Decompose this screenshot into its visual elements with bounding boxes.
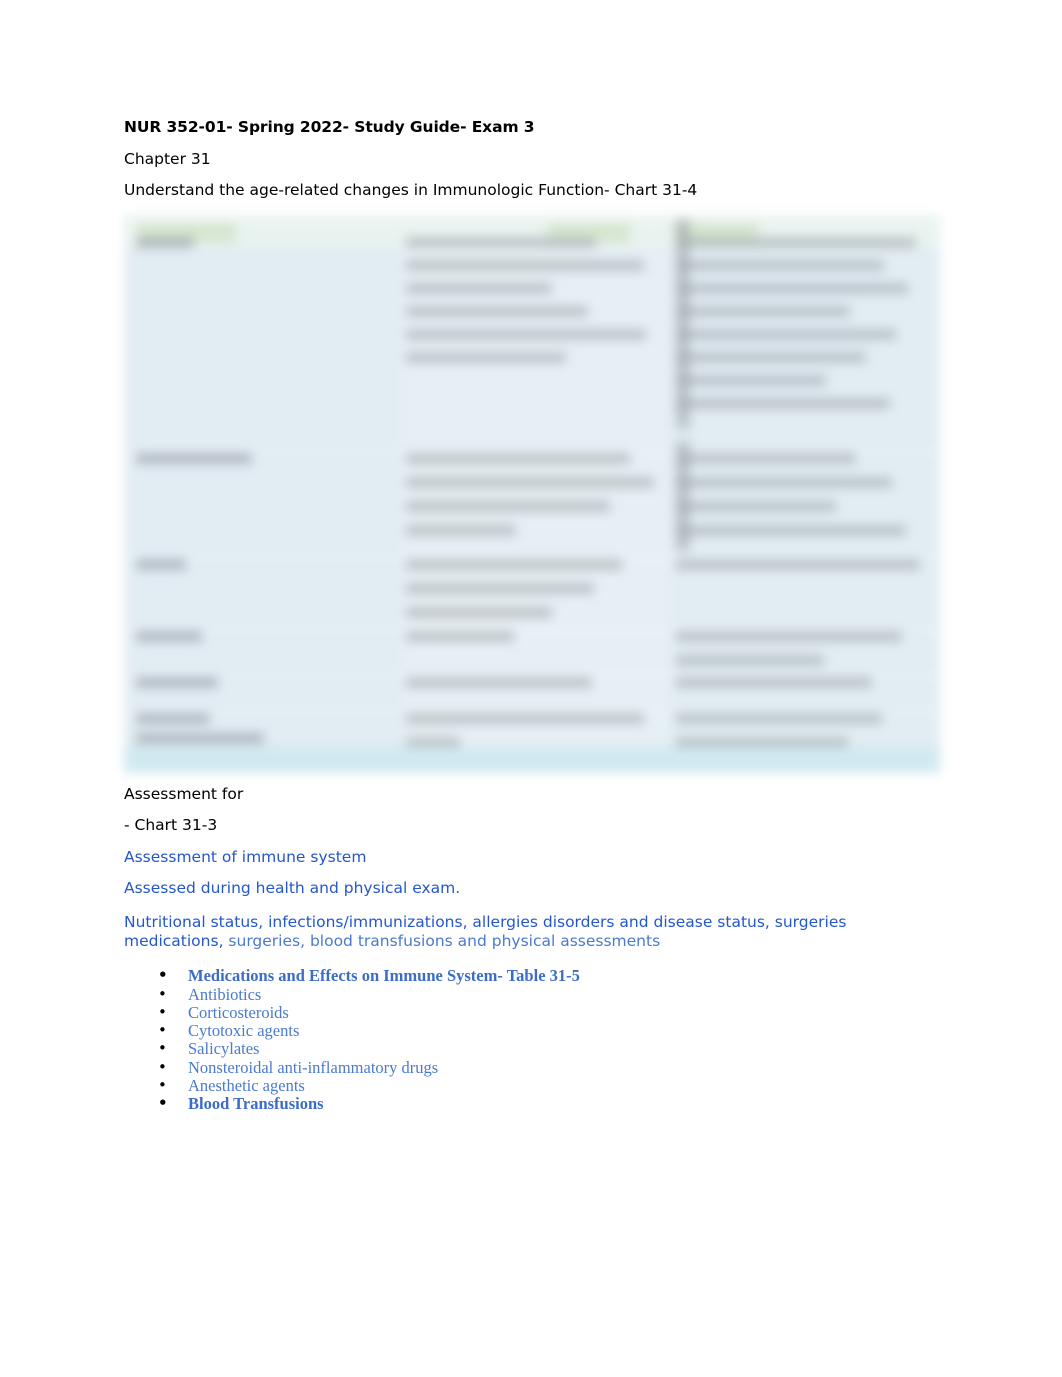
table-cell-text	[136, 236, 194, 248]
table-cell-text	[676, 558, 920, 570]
assessment-of-immune-system-line: Assessment of immune system	[124, 847, 367, 866]
table-cell-text	[676, 305, 850, 317]
table-cell-text	[676, 654, 824, 666]
table-col-3-shade	[672, 248, 940, 747]
assessment-detail-paragraph: Nutritional status, infections/immunizat…	[124, 913, 944, 952]
table-cell-text	[676, 236, 916, 248]
objective-line: Understand the age-related changes in Im…	[124, 181, 698, 199]
table-cell-text	[406, 452, 630, 464]
table-cell-text	[676, 452, 856, 464]
document-body: NUR 352-01- Spring 2022- Study Guide- Ex…	[124, 118, 944, 1114]
table-cell-text	[676, 218, 690, 429]
assessment-label: Assessment for	[124, 784, 244, 803]
chart-31-4-image-content	[124, 214, 940, 773]
table-cell-text	[676, 282, 908, 294]
table-row-separator	[124, 628, 940, 630]
table-cell-text	[136, 676, 218, 688]
table-cell-text	[676, 712, 882, 724]
page-title: NUR 352-01- Spring 2022- Study Guide- Ex…	[124, 118, 535, 136]
chapter-label: Chapter 31	[124, 149, 211, 168]
table-cell-text	[676, 500, 836, 512]
table-cell-text	[406, 712, 644, 724]
table-footer-band	[124, 746, 940, 773]
medications-list: Medications and Effects on Immune System…	[124, 966, 944, 1113]
table-cell-text	[676, 328, 896, 340]
table-cell-text	[406, 524, 516, 536]
list-item: Blood Transfusions	[124, 1094, 944, 1113]
table-cell-text	[406, 282, 552, 294]
table-cell-text	[406, 305, 588, 317]
table-cell-text	[406, 476, 654, 488]
list-item: Cytotoxic agents	[124, 1021, 944, 1040]
table-cell-text	[676, 676, 872, 688]
table-cell-text	[136, 712, 210, 724]
list-item: Medications and Effects on Immune System…	[124, 966, 944, 985]
table-cell-text	[676, 374, 826, 386]
table-cell-text	[676, 351, 866, 363]
table-row-separator	[124, 674, 940, 676]
table-cell-text	[406, 630, 514, 642]
list-item: Anesthetic agents	[124, 1076, 944, 1095]
table-cell-text	[406, 351, 566, 363]
table-cell-text	[406, 676, 592, 688]
table-cell-text	[676, 524, 906, 536]
table-cell-text	[676, 440, 690, 551]
table-cell-text	[406, 236, 596, 248]
table-cell-text	[136, 732, 264, 744]
assessment-detail-light-text: surgeries, blood transfusions and physic…	[223, 931, 661, 950]
table-col-2-shade	[401, 248, 671, 747]
table-cell-text	[406, 558, 622, 570]
list-item: Nonsteroidal anti-inflammatory drugs	[124, 1058, 944, 1077]
table-cell-text	[136, 452, 252, 464]
table-cell-text	[676, 476, 892, 488]
table-row-separator	[124, 556, 940, 558]
table-col-1-shade	[124, 248, 400, 747]
document-page: NUR 352-01- Spring 2022- Study Guide- Ex…	[0, 0, 1062, 1377]
list-item: Corticosteroids	[124, 1003, 944, 1022]
table-cell-text	[136, 558, 186, 570]
table-row-separator	[124, 710, 940, 712]
table-cell-text	[406, 500, 610, 512]
table-cell-text	[406, 259, 644, 271]
table-cell-text	[406, 582, 594, 594]
table-cell-text	[406, 328, 646, 340]
list-item: Antibiotics	[124, 985, 944, 1004]
table-cell-text	[676, 630, 902, 642]
assessed-during-exam-line: Assessed during health and physical exam…	[124, 879, 461, 897]
table-cell-text	[676, 397, 890, 409]
assessment-chart-reference: - Chart 31-3	[124, 816, 218, 834]
table-cell-text	[676, 259, 884, 271]
table-cell-text	[136, 630, 202, 642]
table-cell-text	[406, 606, 552, 618]
list-item: Salicylates	[124, 1039, 944, 1058]
chart-31-4-image	[124, 214, 940, 773]
